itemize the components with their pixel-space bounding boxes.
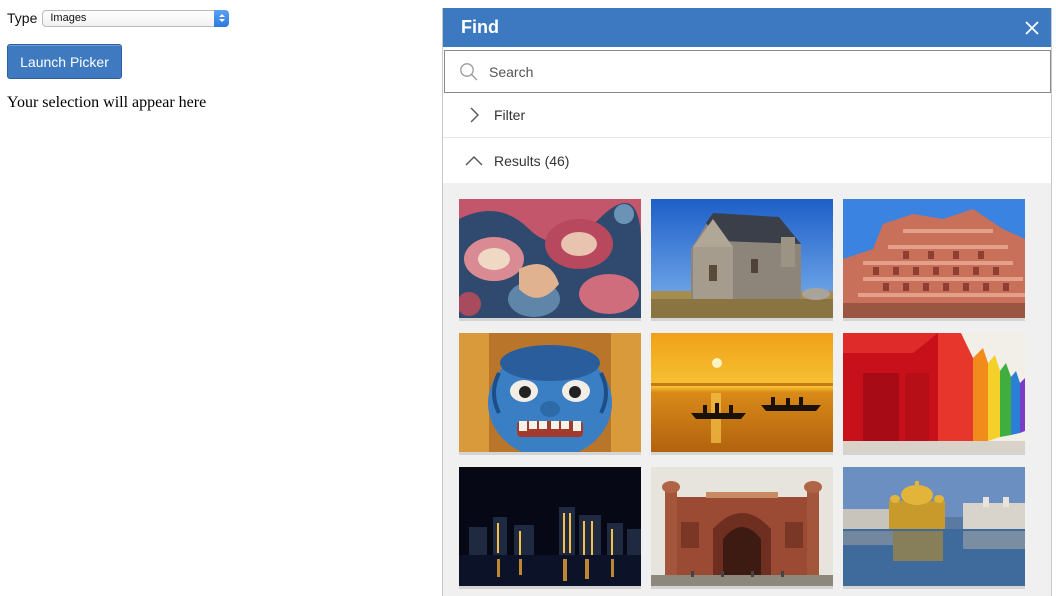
- thumbnail-paisley-textile[interactable]: [459, 199, 641, 321]
- filter-toggle[interactable]: Filter: [443, 93, 1051, 138]
- search-input[interactable]: [489, 56, 1050, 87]
- type-select[interactable]: Images: [42, 9, 230, 27]
- launch-picker-button[interactable]: Launch Picker: [7, 44, 122, 79]
- thumbnail-image: [459, 467, 641, 586]
- thumbnail-city-skyline-night[interactable]: [459, 467, 641, 589]
- thumbnail-stone-church[interactable]: [651, 199, 833, 321]
- close-icon[interactable]: [1013, 8, 1051, 47]
- thumbnail-colorful-beach-huts[interactable]: [843, 333, 1025, 455]
- thumbnail-sunset-boats-river[interactable]: [651, 333, 833, 455]
- thumbnail-hawa-mahal-palace[interactable]: [843, 199, 1025, 321]
- type-label: Type: [7, 10, 38, 26]
- thumbnail-golden-temple[interactable]: [843, 467, 1025, 589]
- results-toggle[interactable]: Results (46): [443, 138, 1051, 183]
- chevron-right-icon: [465, 106, 483, 124]
- filter-label: Filter: [494, 107, 526, 123]
- thumbnail-image: [651, 333, 833, 452]
- find-panel: Find Filter Resu: [442, 8, 1052, 596]
- thumbnail-red-sandstone-gateway[interactable]: [651, 467, 833, 589]
- find-header: Find: [443, 8, 1051, 47]
- search-box: [444, 50, 1051, 93]
- thumbnail-image: [843, 333, 1025, 452]
- thumbnail-grid: [459, 199, 1051, 589]
- find-title: Find: [461, 17, 499, 37]
- thumbnail-image: [651, 467, 833, 586]
- selection-text: Your selection will appear here: [7, 94, 207, 111]
- thumbnail-image: [459, 333, 641, 452]
- results-label: Results (46): [494, 152, 570, 169]
- thumbnail-image: [651, 199, 833, 318]
- results-area: [443, 183, 1051, 596]
- thumbnail-image: [843, 467, 1025, 586]
- search-icon: [459, 62, 479, 82]
- thumbnail-blue-demon-mask[interactable]: [459, 333, 641, 455]
- thumbnail-image: [843, 199, 1025, 318]
- type-select-value: Images: [50, 11, 87, 24]
- chevron-up-icon: [465, 152, 483, 170]
- select-arrows-icon: [214, 9, 230, 27]
- type-row: Type Images: [7, 8, 230, 28]
- thumbnail-image: [459, 199, 641, 318]
